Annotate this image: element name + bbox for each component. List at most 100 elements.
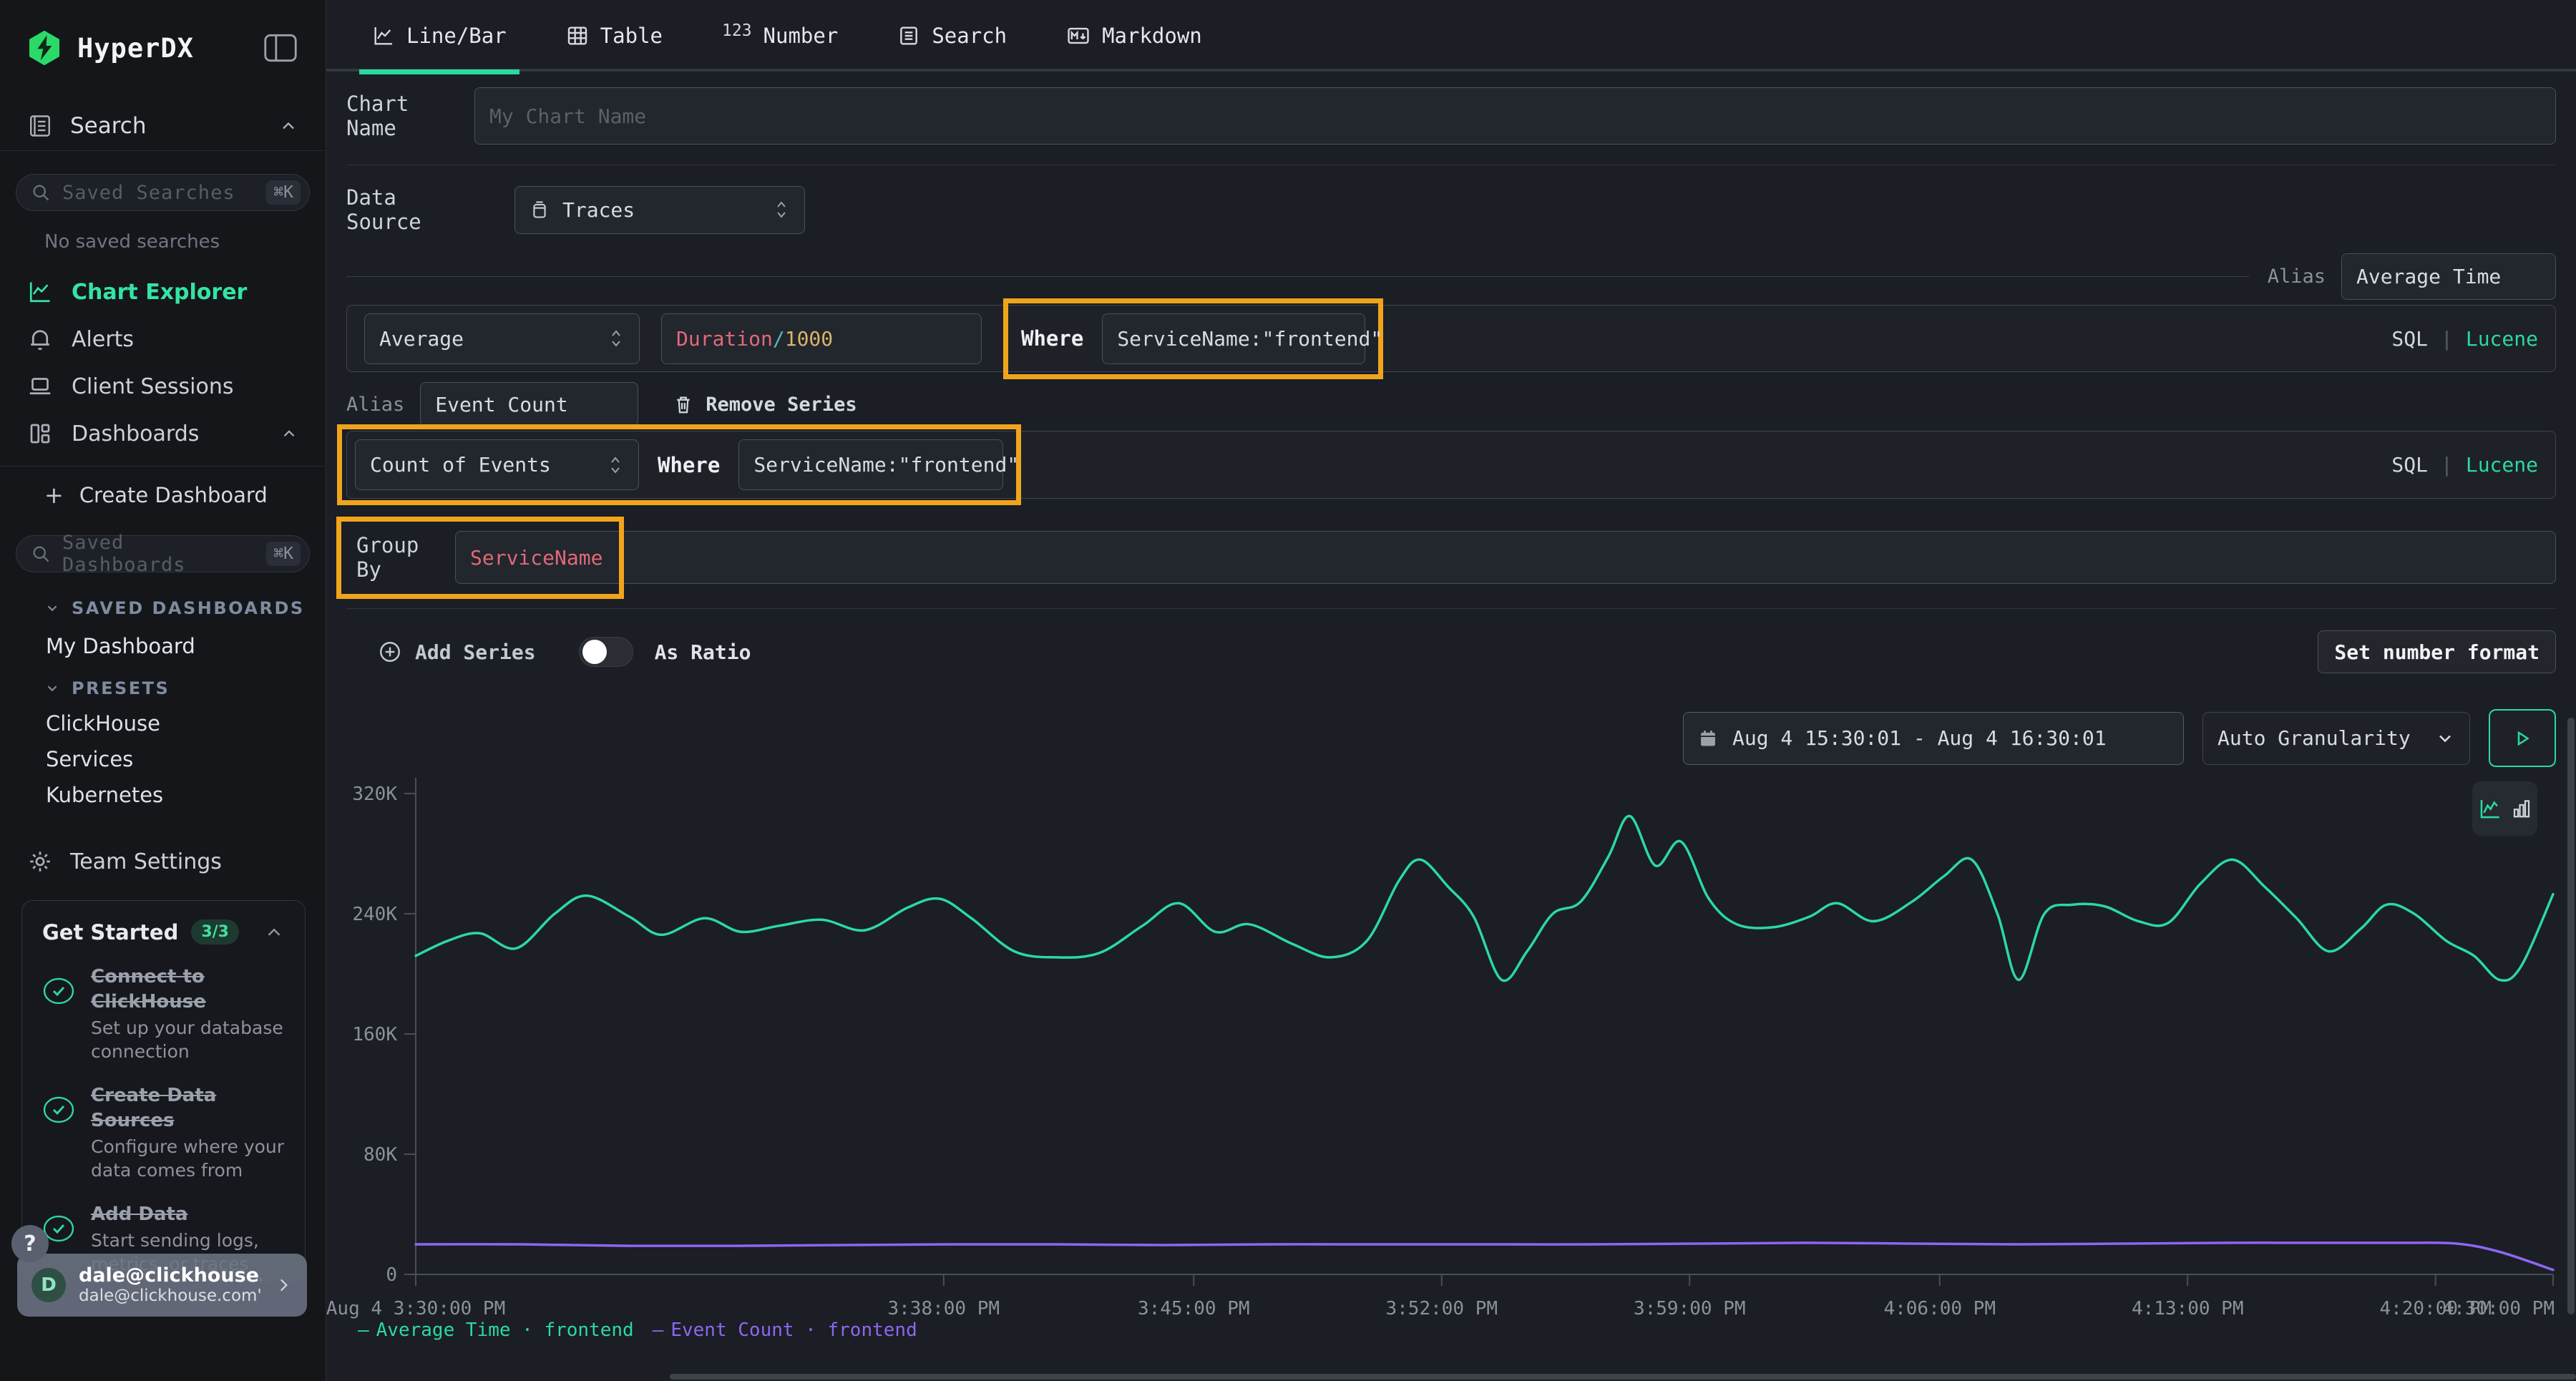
horizontal-scrollbar[interactable] <box>670 1374 2576 1380</box>
hyperdx-logo-icon <box>26 29 63 67</box>
checklist-item-title: Add Data <box>91 1202 285 1227</box>
tab-search[interactable]: Search <box>884 0 1020 72</box>
series1-sql-toggle[interactable]: SQL <box>2391 327 2428 351</box>
no-saved-searches-text: No saved searches <box>44 231 326 253</box>
plus-circle-icon <box>378 640 402 664</box>
chart-name-input[interactable]: My Chart Name <box>474 87 2556 145</box>
y-tick-label: 80K <box>364 1144 397 1166</box>
sidebar-item-alerts[interactable]: Alerts <box>0 316 326 363</box>
sidebar-item-label: Dashboards <box>72 421 261 446</box>
remove-series-button[interactable]: Remove Series <box>673 394 857 416</box>
series1-field-input[interactable]: Duration/1000 <box>661 313 982 364</box>
sidebar-item-label: Chart Explorer <box>72 280 298 305</box>
sidebar-item-label: Alerts <box>72 327 298 352</box>
get-started-progress-badge: 3/3 <box>191 919 239 945</box>
legend-dash-icon: — <box>653 1319 664 1341</box>
line-chart-icon[interactable] <box>2478 796 2502 821</box>
group-by-row: Group By ServiceName <box>346 526 2556 589</box>
chart-svg[interactable]: 320K240K160K80K0Aug 4 3:30:00 PM3:38:00 … <box>346 768 2556 1341</box>
gear-icon <box>27 849 53 874</box>
sidebar: HyperDX Search Saved Searches ⌘K No save… <box>0 0 326 1381</box>
highlight-box-series2: Count of Events Where ServiceName:"front… <box>337 424 1021 505</box>
tab-label: Number <box>763 24 839 48</box>
series2-where-input[interactable]: ServiceName:"frontend" <box>738 439 1003 490</box>
sidebar-item-dashboards[interactable]: Dashboards <box>0 410 326 457</box>
sidebar-item-team-settings[interactable]: Team Settings <box>0 846 326 877</box>
search-icon <box>31 182 51 202</box>
legend-item-event-count[interactable]: — Event Count · frontend <box>653 1319 917 1341</box>
tab-line-bar[interactable]: Line/Bar <box>359 0 519 72</box>
saved-dashboards-section-toggle[interactable]: SAVED DASHBOARDS <box>0 598 326 618</box>
logo-row: HyperDX <box>0 0 326 69</box>
group-by-label: Group By <box>356 533 442 582</box>
help-button[interactable]: ? <box>11 1225 49 1262</box>
series1-where-input[interactable]: ServiceName:"frontend" <box>1102 313 1365 364</box>
series2-lucene-toggle[interactable]: Lucene <box>2466 453 2538 477</box>
separator: | <box>2441 453 2453 477</box>
line-chart-icon <box>372 24 395 47</box>
bell-icon <box>27 326 53 352</box>
remove-series-label: Remove Series <box>706 394 857 416</box>
user-account-card[interactable]: D dale@clickhouse.com dale@clickhouse.co… <box>17 1254 307 1317</box>
x-tick-label: 3:45:00 PM <box>1138 1298 1250 1319</box>
chart-name-placeholder: My Chart Name <box>489 104 646 128</box>
series1-alias-input[interactable]: Average Time <box>2341 253 2556 300</box>
chevron-down-icon <box>44 600 60 616</box>
bar-chart-icon[interactable] <box>2511 798 2532 819</box>
checklist-item-data-sources[interactable]: Create Data Sources Configure where your… <box>42 1083 285 1182</box>
date-range-input[interactable]: Aug 4 15:30:01 - Aug 4 16:30:01 <box>1683 712 2184 765</box>
checklist-item-title: Connect to ClickHouse <box>91 965 285 1015</box>
add-series-button[interactable]: Add Series <box>378 640 536 664</box>
chevron-up-icon[interactable] <box>263 922 285 943</box>
presets-section-label: PRESETS <box>72 678 170 698</box>
sidebar-item-chart-explorer[interactable]: Chart Explorer <box>0 268 326 316</box>
set-number-format-button[interactable]: Set number format <box>2318 630 2556 673</box>
y-tick-label: 320K <box>352 784 397 805</box>
y-tick-label: 0 <box>386 1264 397 1286</box>
chevron-right-icon <box>274 1276 293 1294</box>
user-email: dale@clickhouse.com <box>79 1264 261 1287</box>
date-range-value: Aug 4 15:30:01 - Aug 4 16:30:01 <box>1732 726 2107 750</box>
legend-item-average-time[interactable]: — Average Time · frontend <box>358 1319 634 1341</box>
series-divider-rule <box>346 276 2249 277</box>
series2-sql-toggle[interactable]: SQL <box>2391 453 2428 477</box>
as-ratio-toggle[interactable] <box>579 637 633 667</box>
chart-axes <box>416 778 2553 1274</box>
tab-number[interactable]: 123 Number <box>709 0 851 72</box>
sidebar-item-client-sessions[interactable]: Client Sessions <box>0 363 326 410</box>
y-tick-label: 160K <box>352 1024 397 1045</box>
saved-searches-input[interactable]: Saved Searches ⌘K <box>16 174 310 211</box>
series-line-1 <box>416 1243 2553 1270</box>
presets-section-toggle[interactable]: PRESETS <box>0 678 326 698</box>
chart-display-toggle <box>2472 781 2537 836</box>
saved-dashboards-input[interactable]: Saved Dashboards ⌘K <box>16 535 310 572</box>
granularity-select[interactable]: Auto Granularity <box>2202 712 2470 765</box>
create-dashboard-button[interactable]: + Create Dashboard <box>0 472 326 518</box>
series1-aggregation-select[interactable]: Average <box>364 313 640 364</box>
y-tick-label: 240K <box>352 904 397 925</box>
series1-lucene-toggle[interactable]: Lucene <box>2466 327 2538 351</box>
series2-alias-value: Event Count <box>435 393 567 416</box>
sidebar-section-search[interactable]: Search <box>0 110 326 142</box>
vertical-scrollbar[interactable] <box>2567 718 2575 1314</box>
sidebar-item-my-dashboard[interactable]: My Dashboard <box>0 634 326 657</box>
markdown-icon <box>1066 24 1091 48</box>
select-updown-icon <box>608 328 625 349</box>
checklist-item-desc: Configure where your data comes from <box>91 1135 285 1182</box>
sidebar-item-kubernetes[interactable]: Kubernetes <box>0 783 326 806</box>
sidebar-item-clickhouse[interactable]: ClickHouse <box>0 711 326 734</box>
sidebar-item-services[interactable]: Services <box>0 747 326 770</box>
chart-type-tabbar: Line/Bar Table 123 Number Search <box>326 0 2576 72</box>
group-by-input[interactable]: ServiceName <box>455 531 2556 584</box>
run-query-button[interactable] <box>2489 709 2556 767</box>
series2-aggregation-select[interactable]: Count of Events <box>355 439 639 490</box>
collapse-sidebar-icon[interactable] <box>264 34 297 62</box>
database-jar-icon <box>530 200 550 220</box>
data-source-select[interactable]: Traces <box>514 186 805 234</box>
checklist-item-connect[interactable]: Connect to ClickHouse Set up your databa… <box>42 965 285 1063</box>
series2-alias-input[interactable]: Event Count <box>420 382 638 426</box>
tab-markdown[interactable]: Markdown <box>1053 0 1215 72</box>
chart-name-label: Chart Name <box>346 92 463 140</box>
tab-table[interactable]: Table <box>553 0 675 72</box>
command-k-shortcut: ⌘K <box>266 542 301 566</box>
